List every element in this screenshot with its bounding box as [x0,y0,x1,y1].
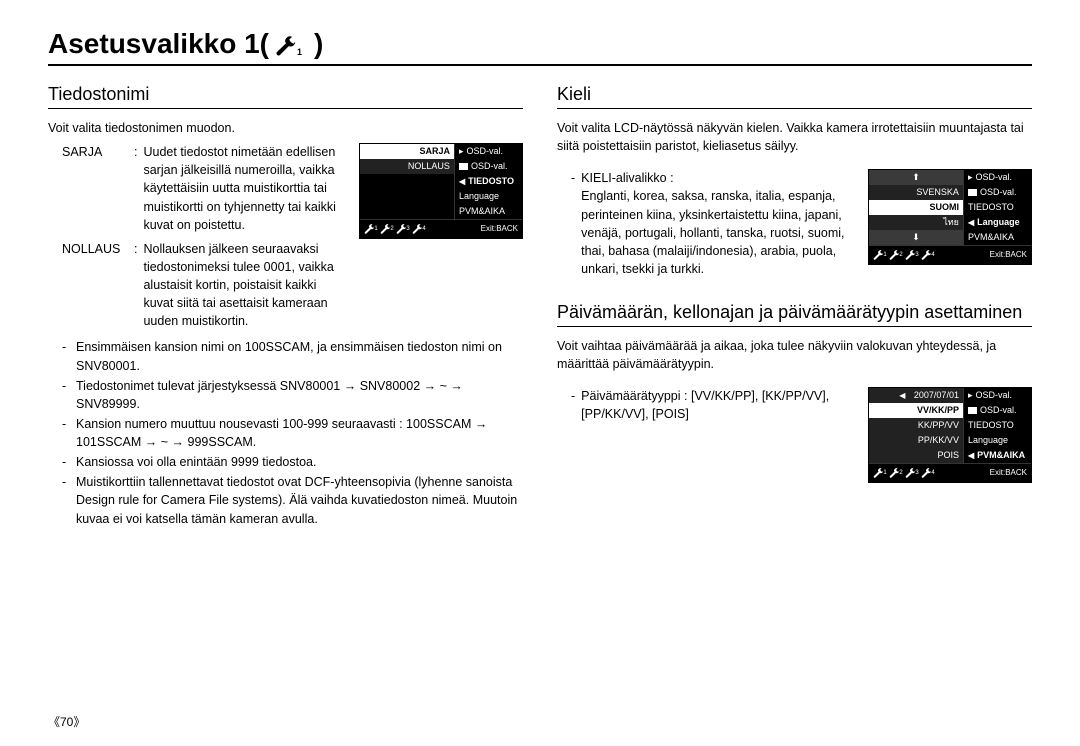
definition-row: NOLLAUS : Nollauksen jälkeen seuraavaksi… [62,240,349,331]
bullet-text: Kansion numero muuttuu nousevasti 100-99… [76,415,523,451]
lcd-tool-icons: 1 2 3 4 [873,466,935,480]
wrench-icon: 4 [921,466,935,480]
lcd-label: PVM&AIKA [455,204,522,219]
lcd-preview-file: SARJA NOLLAUS ▸OSD-val. OSD-val. ◀TIEDOS… [359,143,523,239]
bullet-text: Ensimmäisen kansion nimi on 100SSCAM, ja… [76,338,523,374]
play-icon [968,189,977,196]
definition-sep: : [134,240,137,331]
lcd-option: SUOMI [869,200,963,215]
right-column: Kieli Voit valita LCD-näytössä näkyvän k… [557,78,1032,530]
lcd-exit-label: Exit:BACK [481,223,518,235]
lcd-arrow-down: ⬇ [869,230,963,245]
sub-label: KIELI-alivalikko : [581,171,673,185]
play-icon [968,407,977,414]
lcd-label: ▸OSD-val. [455,144,522,159]
lcd-arrow-up: ⬆ [869,170,963,185]
lcd-label: TIEDOSTO [964,200,1031,215]
page-title: Asetusvalikko 1( 1 ) [48,28,1032,66]
lcd-preview-datetype: ◀ 2007/07/01 VV/KK/PP KK/PP/VV PP/KK/VV … [868,387,1032,483]
lcd-option: ◀ 2007/07/01 [869,388,963,403]
wrench-icon: 1 [873,248,887,262]
definition-text: Uudet tiedostot nimetään edellisen sarja… [143,143,349,234]
section-heading-datetime: Päivämäärän, kellonajan ja päivämäärätyy… [557,302,1032,327]
wrench-icon: 3 [905,466,919,480]
bullet-text: Kansiossa voi olla enintään 9999 tiedost… [76,453,316,471]
lcd-option: VV/KK/PP [869,403,963,418]
lcd-exit-label: Exit:BACK [990,467,1027,479]
page-number: 《70》 [48,713,85,730]
wrench-icon: 2 [889,466,903,480]
page: Asetusvalikko 1( 1 ) Tiedostonimi Voit v… [0,0,1080,746]
lcd-preview-language: ⬆ SVENSKA SUOMI ไทย ⬇ ▸OSD-val. OSD-val.… [868,169,1032,265]
bullet-text: Tiedostonimet tulevat järjestyksessä SNV… [76,377,523,413]
lcd-option: SVENSKA [869,185,963,200]
lcd-label: OSD-val. [455,159,522,174]
lcd-option: SARJA [360,144,454,159]
lcd-tool-icons: 1 2 3 4 [364,222,426,236]
caret-left-icon: ◀ [459,174,465,189]
definition-sep: : [134,143,137,234]
title-prefix: Asetusvalikko 1( [48,28,269,60]
definition-text: Nollauksen jälkeen seuraavaksi tiedoston… [143,240,349,331]
wrench-icon: 4 [921,248,935,262]
intro-text: Voit vaihtaa päivämäärää ja aikaa, joka … [557,337,1032,373]
intro-text: Voit valita tiedostonimen muodon. [48,119,523,137]
play-icon [459,163,468,170]
wrench-icon: 1 [364,222,378,236]
camera-icon: ▸ [968,388,973,403]
camera-icon: ▸ [459,144,464,159]
wrench-icon [275,33,297,55]
lcd-label: PVM&AIKA [964,230,1031,245]
caret-left-icon: ◀ [968,215,974,230]
lcd-option: POIS [869,448,963,463]
lcd-exit-label: Exit:BACK [990,249,1027,261]
bullet-text: Muistikorttiin tallennettavat tiedostot … [76,473,523,527]
lcd-option: PP/KK/VV [869,433,963,448]
intro-text: Voit valita LCD-näytössä näkyvän kielen.… [557,119,1032,155]
lcd-label: ▸OSD-val. [964,388,1031,403]
lcd-label: ▸OSD-val. [964,170,1031,185]
lcd-option: KK/PP/VV [869,418,963,433]
lcd-label: ◀TIEDOSTO [455,174,522,189]
lcd-label: TIEDOSTO [964,418,1031,433]
section-heading-language: Kieli [557,84,1032,109]
definition-key: SARJA [62,145,102,159]
lcd-label: OSD-val. [964,185,1031,200]
lcd-option: ไทย [869,215,963,230]
lcd-label: Language [964,433,1031,448]
sub-label: Päivämäärätyyppi : [581,389,687,403]
title-suffix: ) [314,28,323,60]
section-body-datetime: Voit vaihtaa päivämäärää ja aikaa, joka … [557,337,1032,493]
lcd-tool-icons: 1 2 3 4 [873,248,935,262]
wrench-icon: 3 [396,222,410,236]
section-heading-filename: Tiedostonimi [48,84,523,109]
definition-row: SARJA : Uudet tiedostot nimetään edellis… [62,143,349,234]
bullet-list: -Ensimmäisen kansion nimi on 100SSCAM, j… [48,338,523,527]
section-body-language: Voit valita LCD-näytössä näkyvän kielen.… [557,119,1032,278]
caret-left-icon: ◀ [899,388,905,403]
camera-icon: ▸ [968,170,973,185]
section-body-filename: Voit valita tiedostonimen muodon. SARJA … [48,119,523,528]
wrench-icon: 2 [380,222,394,236]
sub-text: Englanti, korea, saksa, ranska, italia, … [581,189,844,276]
definition-key: NOLLAUS [62,242,120,256]
wrench-icon: 2 [889,248,903,262]
lcd-option: NOLLAUS [360,159,454,174]
lcd-label: OSD-val. [964,403,1031,418]
lcd-label: ◀Language [964,215,1031,230]
wrench-icon: 3 [905,248,919,262]
wrench-icon: 4 [412,222,426,236]
lcd-label: Language [455,189,522,204]
left-column: Tiedostonimi Voit valita tiedostonimen m… [48,78,523,530]
caret-left-icon: ◀ [968,448,974,463]
wrench-subscript: 1 [297,47,302,57]
columns: Tiedostonimi Voit valita tiedostonimen m… [48,78,1032,530]
wrench-icon: 1 [873,466,887,480]
lcd-label: ◀PVM&AIKA [964,448,1031,463]
